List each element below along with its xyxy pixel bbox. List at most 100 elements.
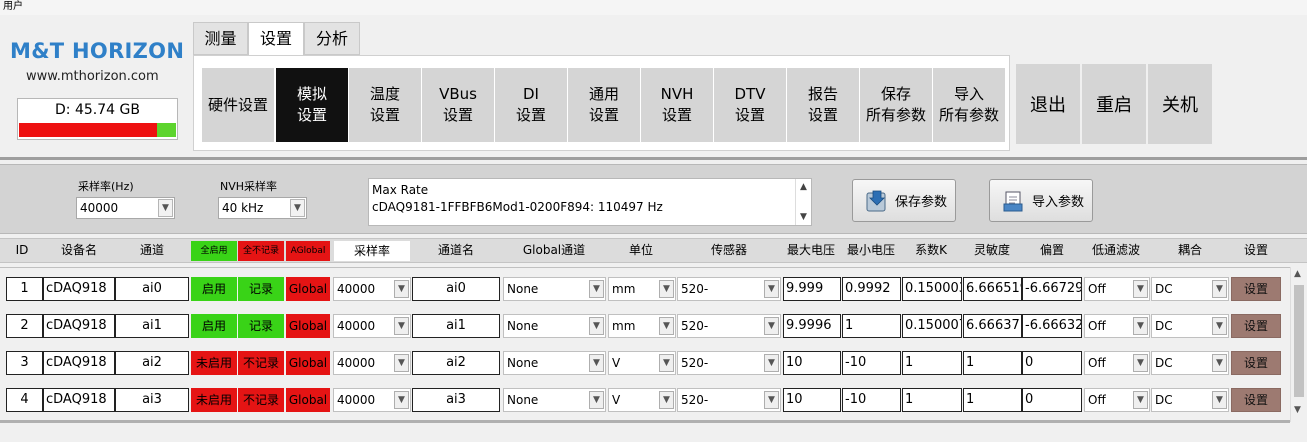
temperature-settings-button[interactable]: 温度 设置 — [349, 68, 421, 142]
lowpass-select[interactable]: Off ▼ — [1084, 351, 1150, 375]
restart-button[interactable]: 重启 — [1082, 64, 1146, 144]
enable-toggle[interactable]: 启用 — [191, 277, 237, 301]
tab-analysis[interactable]: 分析 — [304, 22, 360, 55]
cell-device[interactable]: cDAQ918 — [43, 277, 115, 301]
enable-all-button[interactable]: 全启用 — [191, 241, 237, 261]
table-vertical-scrollbar[interactable]: ▲ ▼ — [1290, 267, 1307, 422]
lowpass-select[interactable]: Off ▼ — [1084, 277, 1150, 301]
global-channel-select[interactable]: None ▼ — [503, 351, 606, 375]
sample-rate-select[interactable]: 40000 ▼ — [76, 197, 175, 219]
rate-select[interactable]: 40000 ▼ — [333, 277, 411, 301]
nvh-rate-select[interactable]: 40 kHz ▼ — [218, 197, 307, 219]
nvh-settings-button[interactable]: NVH 设置 — [641, 68, 713, 142]
cell-offset[interactable]: 0 — [1022, 388, 1082, 412]
cell-channel[interactable]: ai3 — [115, 388, 189, 412]
cell-channel-name[interactable]: ai2 — [412, 351, 500, 375]
coupling-select[interactable]: DC ▼ — [1151, 388, 1229, 412]
cell-channel-name[interactable]: ai1 — [412, 314, 500, 338]
record-toggle[interactable]: 记录 — [238, 277, 284, 301]
exit-button[interactable]: 退出 — [1016, 64, 1080, 144]
cell-channel[interactable]: ai2 — [115, 351, 189, 375]
cell-offset[interactable]: -6.66632 — [1022, 314, 1082, 338]
unit-select[interactable]: V ▼ — [608, 388, 676, 412]
hardware-settings-button[interactable]: 硬件设置 — [202, 68, 274, 142]
rate-select[interactable]: 40000 ▼ — [333, 314, 411, 338]
sensor-select[interactable]: 520- ▼ — [677, 314, 781, 338]
cell-vmax[interactable]: 10 — [783, 388, 841, 412]
cell-vmin[interactable]: -10 — [842, 388, 901, 412]
analog-settings-button[interactable]: 模拟 设置 — [276, 68, 348, 142]
save-all-params-button[interactable]: 保存 所有参数 — [860, 68, 932, 142]
cell-offset[interactable]: -6.66729 — [1022, 277, 1082, 301]
report-settings-button[interactable]: 报告 设置 — [787, 68, 859, 142]
cell-channel[interactable]: ai1 — [115, 314, 189, 338]
tab-settings[interactable]: 设置 — [248, 22, 304, 57]
record-toggle[interactable]: 不记录 — [238, 388, 284, 412]
cell-vmax[interactable]: 9.9996 — [783, 314, 841, 338]
cell-sensitivity[interactable]: 6.666519 — [963, 277, 1022, 301]
dtv-settings-button[interactable]: DTV 设置 — [714, 68, 786, 142]
record-none-button[interactable]: 全不记录 — [238, 241, 284, 261]
menu-user[interactable]: 用户 — [3, 1, 23, 12]
enable-toggle[interactable]: 启用 — [191, 314, 237, 338]
aglobal-button[interactable]: AGlobal — [286, 241, 330, 261]
cell-k[interactable]: 1 — [902, 388, 962, 412]
scrollbar-thumb[interactable] — [1294, 285, 1304, 397]
cell-k[interactable]: 0.150007 — [902, 314, 962, 338]
coupling-select[interactable]: DC ▼ — [1151, 277, 1229, 301]
cell-device[interactable]: cDAQ918 — [43, 351, 115, 375]
general-settings-button[interactable]: 通用 设置 — [568, 68, 640, 142]
unit-select[interactable]: mm ▼ — [608, 277, 676, 301]
save-params-button[interactable]: 保存参数 — [852, 179, 956, 222]
record-toggle[interactable]: 不记录 — [238, 351, 284, 375]
cell-channel-name[interactable]: ai0 — [412, 277, 500, 301]
di-settings-button[interactable]: DI 设置 — [495, 68, 567, 142]
lowpass-select[interactable]: Off ▼ — [1084, 388, 1150, 412]
shutdown-button[interactable]: 关机 — [1148, 64, 1212, 144]
cell-channel[interactable]: ai0 — [115, 277, 189, 301]
tab-measure[interactable]: 测量 — [193, 22, 248, 55]
enable-toggle[interactable]: 未启用 — [191, 388, 237, 412]
cell-vmax[interactable]: 10 — [783, 351, 841, 375]
cell-k[interactable]: 1 — [902, 351, 962, 375]
global-channel-select[interactable]: None ▼ — [503, 277, 606, 301]
cell-vmin[interactable]: 1 — [842, 314, 901, 338]
cell-vmin[interactable]: -10 — [842, 351, 901, 375]
sensor-select[interactable]: 520- ▼ — [677, 388, 781, 412]
coupling-select[interactable]: DC ▼ — [1151, 314, 1229, 338]
scroll-up-icon[interactable]: ▲ — [796, 179, 811, 196]
global-channel-select[interactable]: None ▼ — [503, 388, 606, 412]
rate-select[interactable]: 40000 ▼ — [333, 388, 411, 412]
row-settings-button[interactable]: 设置 — [1231, 314, 1281, 338]
enable-toggle[interactable]: 未启用 — [191, 351, 237, 375]
unit-select[interactable]: V ▼ — [608, 351, 676, 375]
cell-sensitivity[interactable]: 1 — [963, 351, 1022, 375]
lowpass-select[interactable]: Off ▼ — [1084, 314, 1150, 338]
global-channel-select[interactable]: None ▼ — [503, 314, 606, 338]
info-scrollbar[interactable]: ▲ ▼ — [795, 179, 811, 225]
cell-vmax[interactable]: 9.999 — [783, 277, 841, 301]
global-toggle[interactable]: Global — [286, 388, 330, 412]
cell-offset[interactable]: 0 — [1022, 351, 1082, 375]
global-toggle[interactable]: Global — [286, 351, 330, 375]
cell-vmin[interactable]: 0.9992 — [842, 277, 901, 301]
cell-device[interactable]: cDAQ918 — [43, 388, 115, 412]
cell-sensitivity[interactable]: 1 — [963, 388, 1022, 412]
scroll-up-icon[interactable]: ▲ — [1294, 269, 1301, 279]
row-settings-button[interactable]: 设置 — [1231, 388, 1281, 412]
scroll-down-icon[interactable]: ▼ — [796, 209, 811, 226]
unit-select[interactable]: mm ▼ — [608, 314, 676, 338]
row-settings-button[interactable]: 设置 — [1231, 351, 1281, 375]
cell-device[interactable]: cDAQ918 — [43, 314, 115, 338]
global-toggle[interactable]: Global — [286, 314, 330, 338]
global-toggle[interactable]: Global — [286, 277, 330, 301]
coupling-select[interactable]: DC ▼ — [1151, 351, 1229, 375]
cell-k[interactable]: 0.150003 — [902, 277, 962, 301]
cell-sensitivity[interactable]: 6.66637 — [963, 314, 1022, 338]
vbus-settings-button[interactable]: VBus 设置 — [422, 68, 494, 142]
scroll-down-icon[interactable]: ▼ — [1294, 405, 1301, 415]
sensor-select[interactable]: 520- ▼ — [677, 351, 781, 375]
rate-select[interactable]: 40000 ▼ — [333, 351, 411, 375]
sensor-select[interactable]: 520- ▼ — [677, 277, 781, 301]
import-params-button[interactable]: 导入参数 — [989, 179, 1093, 222]
